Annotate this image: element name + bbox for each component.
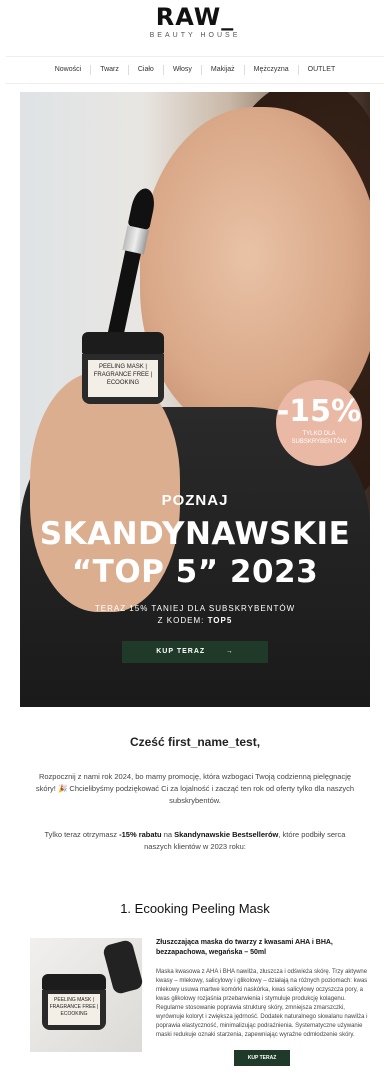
promo-code: TOP5 [207, 616, 233, 625]
product-description: Maska kwasowa z AHA i BHA nawilża, złusz… [156, 969, 368, 1038]
product-image-brush [102, 938, 144, 996]
product-image[interactable]: PEELING MASK | FRAGRANCE FREE | ECOOKING [30, 938, 144, 1052]
product-title: 1. Ecooking Peeling Mask [120, 901, 270, 916]
product-buy-button[interactable]: KUP TERAZ [234, 1050, 290, 1066]
offer-paragraph: Tylko teraz otrzymasz -15% rabatu na Ska… [44, 830, 346, 851]
header: RAW_ BEAUTY HOUSE [0, 0, 390, 56]
discount-text: -15% rabatu [119, 830, 162, 839]
bestsellers-text: Skandynawskie Bestsellerów [174, 830, 279, 839]
hero-title-line1: SKANDYNAWSKIE [39, 516, 351, 552]
jar-label: PEELING MASK | FRAGRANCE FREE | ECOOKING [88, 360, 158, 397]
hero-promo-prefix: Z KODEM: [157, 616, 208, 625]
intro-paragraph: Rozpocznij z nami rok 2024, bo mamy prom… [35, 772, 355, 805]
product-image-jar: PEELING MASK | FRAGRANCE FREE | ECOOKING [42, 974, 106, 1036]
nav-item-cialo[interactable]: Ciało [129, 65, 164, 75]
product-jar-image: PEELING MASK | FRAGRANCE FREE | ECOOKING [82, 332, 164, 412]
hero-promo: TERAZ 15% TANIEJ DLA SUBSKRYBENTÓW Z KOD… [20, 603, 370, 627]
nav-item-mezczyzna[interactable]: Mężczyzna [245, 65, 299, 75]
nav-item-outlet[interactable]: OUTLET [299, 65, 345, 75]
product-headline: Złuszczająca maska do twarzy z kwasami A… [156, 939, 333, 956]
nav-item-makijaz[interactable]: Makijaż [202, 65, 245, 75]
hero-banner[interactable]: PEELING MASK | FRAGRANCE FREE | ECOOKING… [20, 92, 370, 707]
nav-item-wlosy[interactable]: Włosy [164, 65, 202, 75]
hero-subtitle: POZNAJ [161, 492, 229, 509]
hero-cta-button[interactable]: KUP TERAZ → [122, 641, 268, 663]
arrow-right-icon: → [225, 648, 234, 655]
nav-item-nowosci[interactable]: Nowości [46, 65, 92, 75]
discount-badge-value: -15% [276, 394, 362, 429]
nav-item-twarz[interactable]: Twarz [91, 65, 129, 75]
hero-title-line2: “TOP 5” 2023 [71, 554, 319, 590]
hero-text: POZNAJ SKANDYNAWSKIE “TOP 5” 2023 TERAZ … [20, 492, 370, 663]
hero-title: SKANDYNAWSKIE “TOP 5” 2023 [20, 515, 370, 591]
brand-tagline: BEAUTY HOUSE [149, 32, 241, 39]
main-nav: Nowości Twarz Ciało Włosy Makijaż Mężczy… [6, 56, 384, 84]
hero-promo-line1: TERAZ 15% TANIEJ DLA SUBSKRYBENTÓW [94, 604, 296, 613]
discount-badge: -15% TYLKO DLA SUBSKRYBENTÓW [276, 380, 362, 466]
hero-cta-label: KUP TERAZ [156, 648, 206, 655]
greeting: Cześć first_name_test, [129, 735, 261, 749]
product-info: Złuszczająca maska do twarzy z kwasami A… [156, 938, 368, 1066]
discount-badge-note: TYLKO DLA SUBSKRYBENTÓW [291, 431, 347, 445]
product-card: PEELING MASK | FRAGRANCE FREE | ECOOKING… [30, 938, 368, 1066]
brand-logo[interactable]: RAW_ [0, 4, 390, 30]
